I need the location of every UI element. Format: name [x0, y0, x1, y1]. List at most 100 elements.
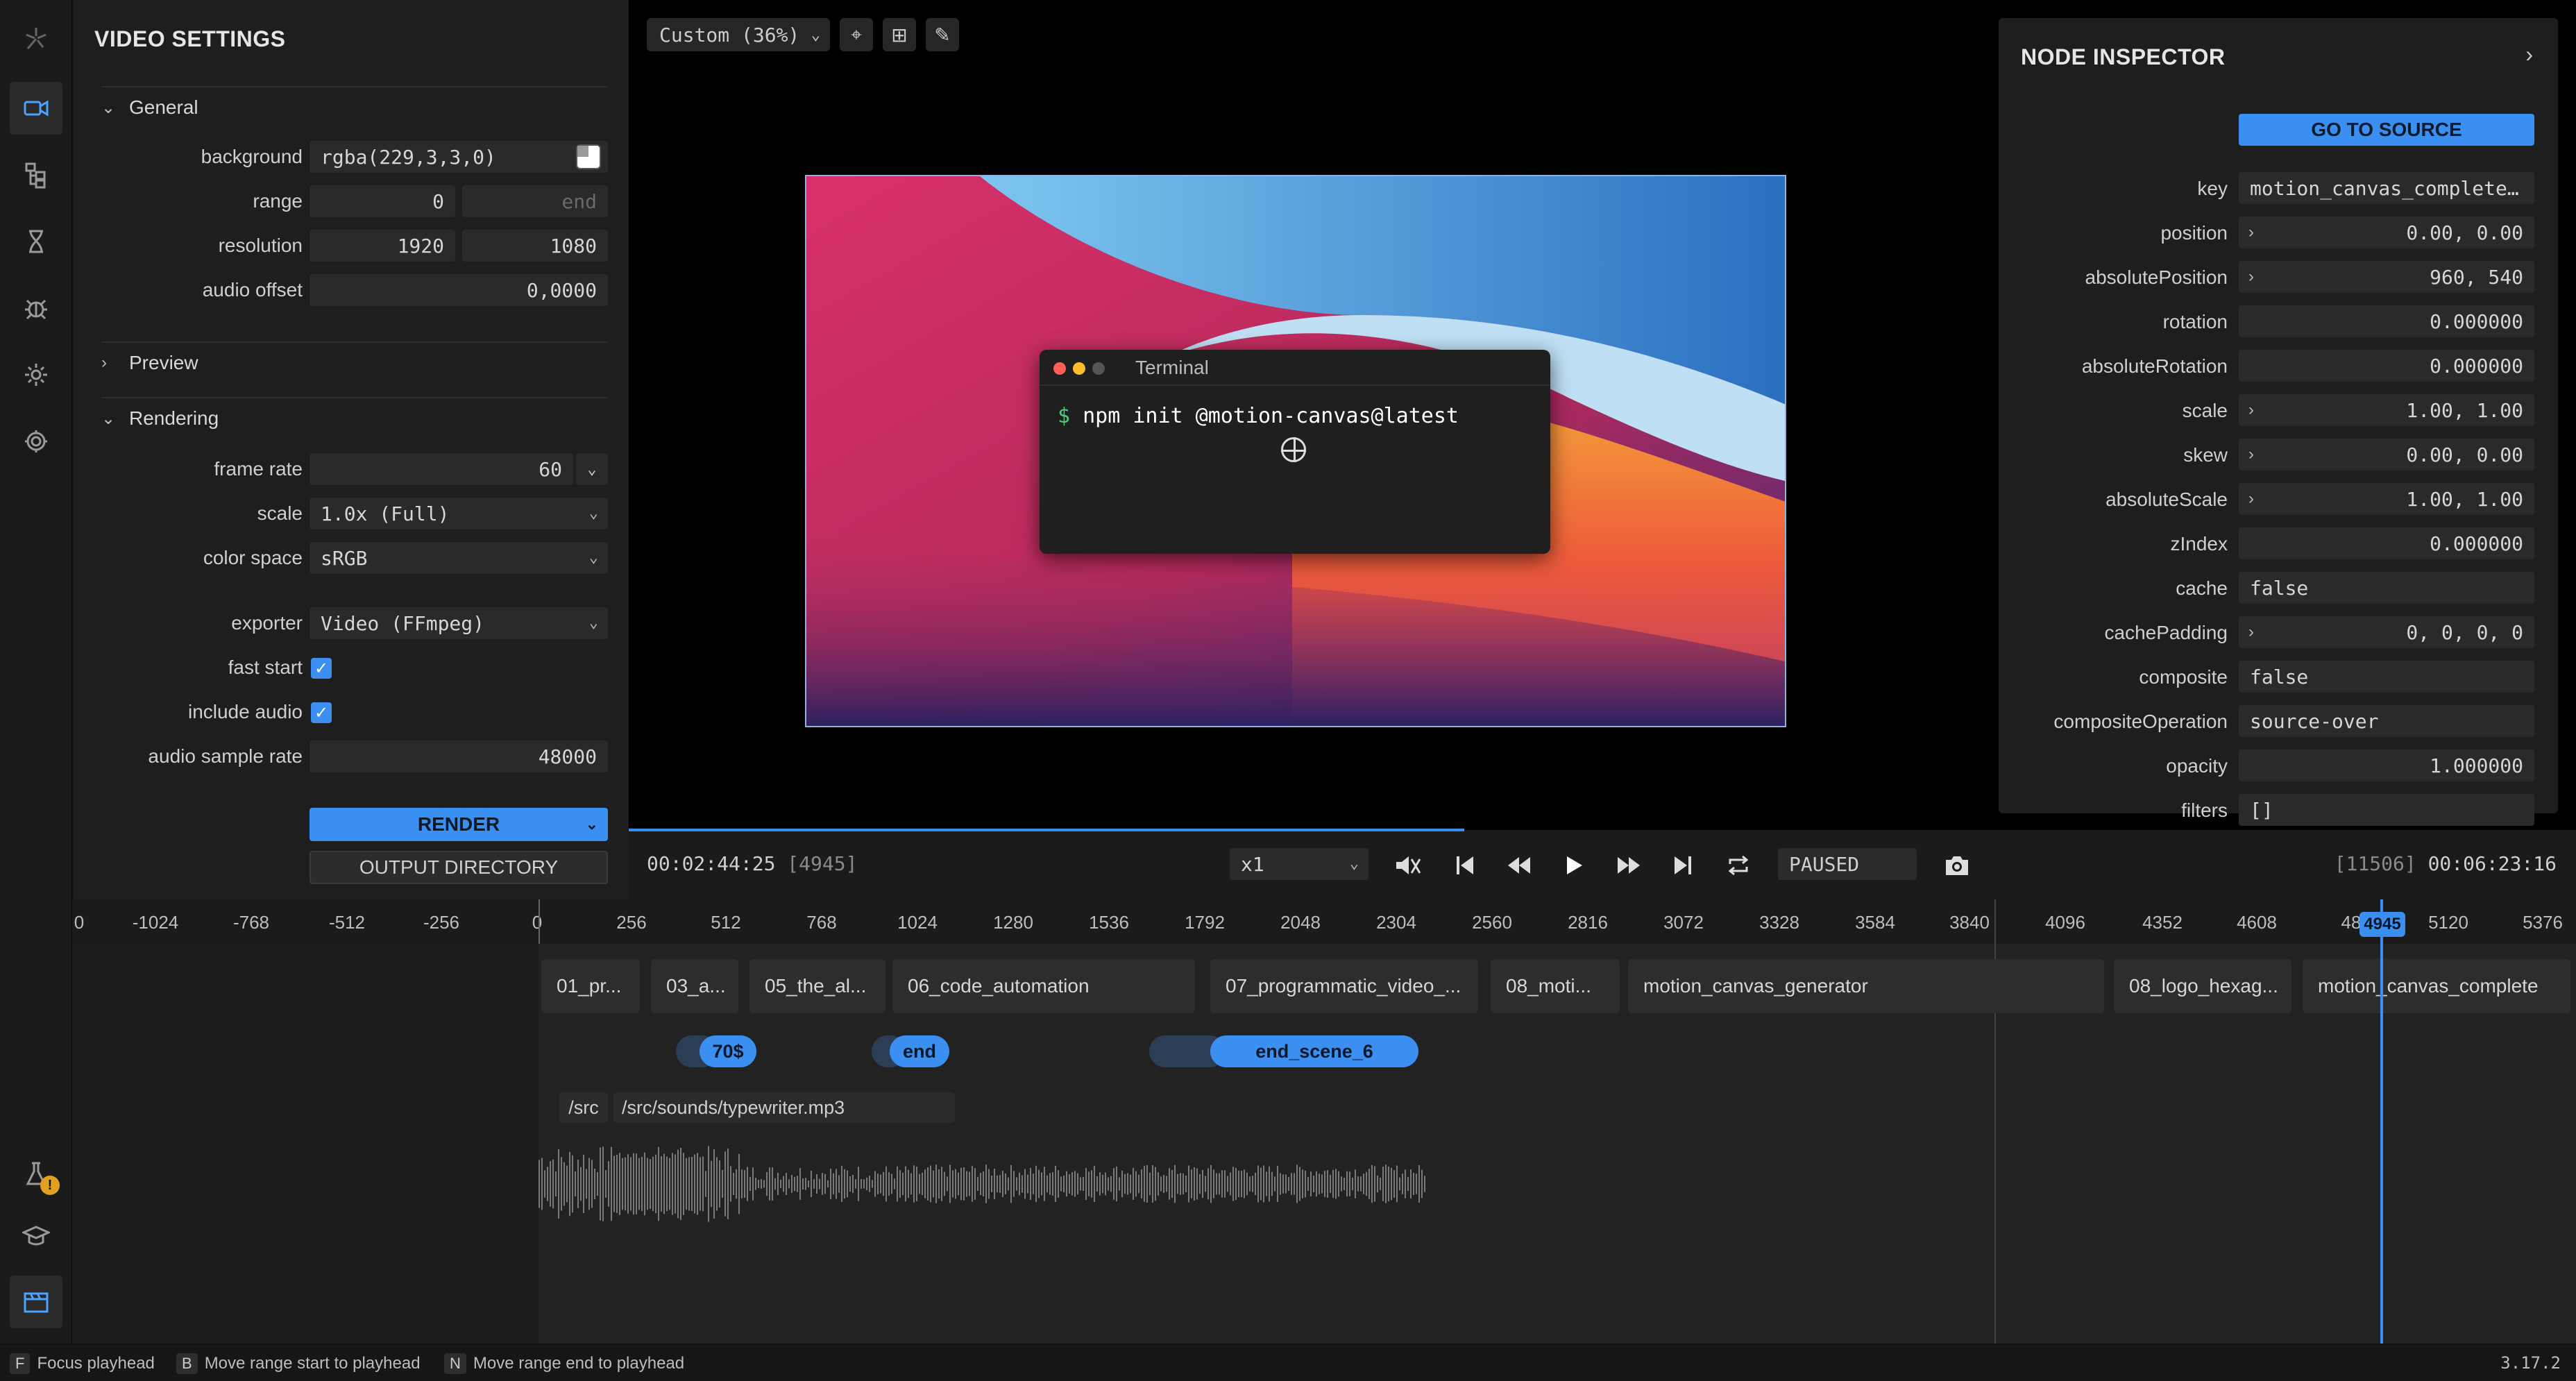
exporter-select[interactable]: Video (FFmpeg) ⌄	[310, 607, 608, 639]
section-rendering[interactable]: ⌄ Rendering	[101, 397, 608, 439]
speed-value: x1	[1241, 852, 1264, 876]
video-settings-icon[interactable]	[10, 82, 62, 135]
prop-field-cache[interactable]: false	[2239, 572, 2534, 604]
section-label: General	[129, 96, 198, 118]
scene-clip[interactable]: 08_moti...	[1491, 959, 1620, 1013]
range-end-field[interactable]: end	[462, 185, 608, 217]
prop-field-zIndex[interactable]: 0.000000	[2239, 527, 2534, 559]
key-b: B	[176, 1353, 198, 1374]
prop-field-scale[interactable]: › 1.00, 1.00	[2239, 394, 2534, 426]
crosshair-icon	[1281, 437, 1306, 462]
scale-select[interactable]: 1.0x (Full) ⌄	[310, 498, 608, 529]
time-event-label[interactable]: end_scene_6	[1210, 1035, 1418, 1067]
fast-start-checkbox[interactable]: ✓	[311, 658, 332, 679]
frame-rate-field[interactable]: 60	[310, 453, 573, 485]
loop-icon[interactable]	[1721, 848, 1756, 883]
range-start-field[interactable]: 0	[310, 185, 455, 217]
prop-field-composite[interactable]: false	[2239, 661, 2534, 693]
prop-field-absoluteScale[interactable]: › 1.00, 1.00	[2239, 483, 2534, 515]
prop-field-opacity[interactable]: 1.000000	[2239, 749, 2534, 781]
scene-clip[interactable]: 03_a...	[651, 959, 738, 1013]
chevron-right-icon[interactable]: ›	[2248, 622, 2254, 642]
debug-icon[interactable]	[10, 282, 62, 334]
prop-value: 0.00, 0.00	[2406, 443, 2523, 466]
time-event-label[interactable]: 70$	[700, 1035, 756, 1067]
settings-icon[interactable]	[10, 348, 62, 401]
chevron-right-icon[interactable]: ›	[2525, 42, 2533, 67]
prop-label-zIndex: zIndex	[2170, 533, 2228, 554]
scene-clip[interactable]: motion_canvas_generator	[1628, 959, 2104, 1013]
play-icon[interactable]	[1557, 848, 1592, 883]
time-event-label[interactable]: end	[890, 1035, 949, 1067]
sample-rate-field[interactable]: 48000	[310, 740, 608, 772]
scene-graph-icon[interactable]	[10, 149, 62, 201]
prop-field-position[interactable]: › 0.00, 0.00	[2239, 217, 2534, 248]
section-general[interactable]: ⌄ General	[101, 86, 608, 128]
rewind-icon[interactable]	[1502, 848, 1536, 883]
scene-clip[interactable]: 08_logo_hexag...	[2114, 959, 2291, 1013]
key-f: F	[10, 1353, 31, 1374]
prop-field-filters[interactable]: []	[2239, 794, 2534, 826]
section-label: Rendering	[129, 407, 219, 429]
color-picker-icon[interactable]: ✎	[926, 18, 959, 51]
prop-label-key: key	[2197, 178, 2228, 199]
skip-start-icon[interactable]	[1448, 848, 1482, 883]
prop-field-skew[interactable]: › 0.00, 0.00	[2239, 439, 2534, 471]
prop-field-absoluteRotation[interactable]: 0.000000	[2239, 350, 2534, 382]
audio-offset-field[interactable]: 0,0000	[310, 274, 608, 306]
prop-field-absolutePosition[interactable]: › 960, 540	[2239, 261, 2534, 293]
playhead[interactable]	[2380, 899, 2383, 1344]
prop-label-compositeOperation: compositeOperation	[2053, 711, 2228, 732]
scene-clip[interactable]: motion_canvas_complete	[2303, 959, 2570, 1013]
timing-icon[interactable]	[10, 215, 62, 268]
playback-progress[interactable]	[629, 829, 1464, 831]
render-button[interactable]: RENDER ⌄	[310, 808, 608, 841]
prop-field-rotation[interactable]: 0.000000	[2239, 305, 2534, 337]
chevron-right-icon[interactable]: ›	[2248, 489, 2254, 509]
resolution-height-field[interactable]: 1080	[462, 230, 608, 262]
mute-icon[interactable]	[1391, 848, 1425, 883]
chevron-right-icon[interactable]: ›	[2248, 267, 2254, 287]
speed-select[interactable]: x1 ⌄	[1230, 848, 1368, 880]
grid-icon[interactable]: ⊞	[883, 18, 916, 51]
prop-value: 1.000000	[2430, 754, 2523, 777]
zoom-select[interactable]: Custom (36%) ⌄	[647, 18, 830, 51]
chevron-right-icon[interactable]: ›	[2248, 400, 2254, 420]
camera-icon[interactable]	[1939, 848, 1975, 883]
ruler-tick: 512	[711, 912, 741, 933]
ruler-tick: 0	[74, 912, 85, 933]
frame-rate-dropdown[interactable]: ⌄	[576, 453, 608, 485]
color-space-select[interactable]: sRGB ⌄	[310, 542, 608, 574]
chevron-down-icon[interactable]: ⌄	[586, 815, 598, 833]
color-swatch[interactable]	[576, 144, 601, 169]
prop-value: false	[2250, 576, 2309, 600]
output-directory-button[interactable]: OUTPUT DIRECTORY	[310, 851, 608, 884]
scene-clip[interactable]: 07_programmatic_video_...	[1210, 959, 1478, 1013]
ruler-tick: 1536	[1089, 912, 1129, 933]
chevron-right-icon[interactable]: ›	[2248, 223, 2254, 242]
scene-clip[interactable]: 06_code_automation	[892, 959, 1195, 1013]
app-settings-icon[interactable]	[10, 415, 62, 468]
experiments-icon[interactable]: !	[10, 1148, 62, 1201]
fast-forward-icon[interactable]	[1611, 848, 1646, 883]
resolution-width-field[interactable]: 1920	[310, 230, 455, 262]
learn-icon[interactable]	[10, 1209, 62, 1262]
prop-field-cachePadding[interactable]: › 0, 0, 0, 0	[2239, 616, 2534, 648]
playhead-frame[interactable]: 4945	[2359, 912, 2405, 937]
skip-end-icon[interactable]	[1666, 848, 1700, 883]
scene-clip[interactable]: 01_pr...	[541, 959, 640, 1013]
go-to-source-button[interactable]: GO TO SOURCE	[2239, 114, 2534, 146]
timeline-ruler[interactable]: 0 -1024 -768 -512 -256 0 256 512 768 1024 1280 1536…	[72, 899, 2576, 944]
timeline[interactable]: 0 -1024 -768 -512 -256 0 256 512 768 1024 1280 1536…	[72, 899, 2576, 1344]
scene-clip[interactable]: 05_the_al...	[749, 959, 886, 1013]
prop-field-key[interactable]: motion_canvas_complete…	[2239, 172, 2534, 204]
timeline-icon[interactable]	[10, 1276, 62, 1328]
recenter-icon[interactable]: ⌖	[840, 18, 873, 51]
chevron-right-icon[interactable]: ›	[2248, 445, 2254, 464]
section-preview[interactable]: › Preview	[101, 341, 608, 383]
include-audio-checkbox[interactable]: ✓	[311, 702, 332, 723]
background-field[interactable]: rgba(229,3,3,0)	[310, 141, 608, 173]
audio-waveform	[539, 1146, 1425, 1222]
prop-field-compositeOperation[interactable]: source-over	[2239, 705, 2534, 737]
fast-start-label: fast start	[228, 656, 303, 678]
